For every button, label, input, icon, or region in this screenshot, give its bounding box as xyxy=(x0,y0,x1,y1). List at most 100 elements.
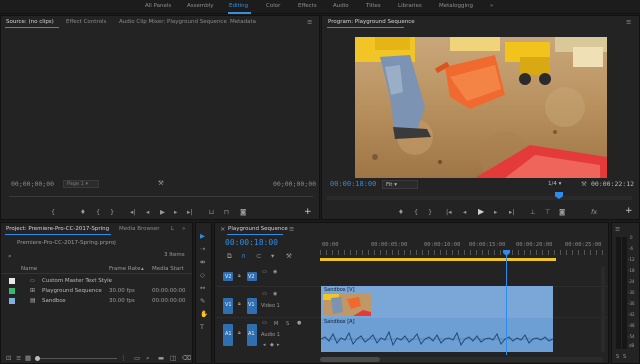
tab-program[interactable]: Program: Playground Sequence xyxy=(328,19,415,25)
timeline-timecode[interactable]: 00:00:18:00 xyxy=(225,238,278,247)
marker-icon[interactable]: ♦ xyxy=(80,209,86,216)
ripple-edit-tool-icon[interactable]: ⇹ xyxy=(200,259,205,266)
keyframe-next-icon[interactable]: ▸ xyxy=(277,343,280,348)
automate-icon[interactable]: ▭ xyxy=(134,355,140,362)
go-to-out-icon[interactable]: ▸| xyxy=(509,209,514,216)
step-back-frame-icon[interactable]: ◂ xyxy=(146,209,149,216)
column-name[interactable]: Name xyxy=(21,266,37,272)
overwrite-icon[interactable]: ⊓ xyxy=(224,209,229,216)
lock-track-icon[interactable]: 🔒︎ xyxy=(238,331,241,336)
playback-resolution-dropdown[interactable]: 1/4 ▾ xyxy=(548,180,568,189)
project-search-input[interactable] xyxy=(15,252,115,260)
zoom-slider-handle[interactable] xyxy=(35,356,40,361)
insert-icon[interactable]: ⊔ xyxy=(209,209,214,216)
lock-track-icon[interactable]: 🔒︎ xyxy=(238,274,241,279)
go-to-in-icon[interactable]: } xyxy=(110,209,114,216)
tab-media-browser[interactable]: Media Browser xyxy=(119,226,160,232)
timeline-settings-icon[interactable]: ⚒ xyxy=(286,253,292,260)
solo-button[interactable]: S xyxy=(286,321,289,327)
slip-tool-icon[interactable]: ↔ xyxy=(200,285,205,292)
panel-menu-icon[interactable]: ≡ xyxy=(307,19,312,26)
timeline-vertical-scrollbar[interactable] xyxy=(601,267,605,352)
mark-in-icon[interactable]: { xyxy=(414,209,418,216)
workspace-tab-all-panels[interactable]: All Panels xyxy=(145,3,171,9)
tab-sequence[interactable]: Playground Sequence xyxy=(228,226,288,232)
sync-lock-icon[interactable]: ▭ xyxy=(262,270,267,275)
new-bin-icon[interactable]: ▬ xyxy=(158,355,164,362)
go-to-in-icon[interactable]: |◂ xyxy=(446,209,451,216)
audio-clip-sandbox[interactable]: Sandbox [A] xyxy=(321,318,553,352)
tab-audio-clip-mixer[interactable]: Audio Clip Mixer: Playground Sequence xyxy=(119,19,227,25)
nest-icon[interactable]: ⧉ xyxy=(227,253,232,260)
workspace-tab-editing[interactable]: Editing xyxy=(229,3,248,9)
sync-lock-icon[interactable]: ▭ xyxy=(262,321,267,326)
tab-effect-controls[interactable]: Effect Controls xyxy=(66,19,106,25)
track-select-tool-icon[interactable]: ⇢ xyxy=(200,246,205,253)
label-color-swatch[interactable] xyxy=(9,298,15,304)
add-button-icon[interactable]: + xyxy=(304,208,312,217)
timeline-playhead-handle[interactable] xyxy=(503,250,510,256)
step-forward-icon[interactable]: ▸ xyxy=(494,209,497,216)
solo-right-button[interactable]: S xyxy=(623,354,626,360)
pen-tool-icon[interactable]: ✎ xyxy=(200,298,205,305)
timeline-horizontal-scrollbar[interactable] xyxy=(320,357,603,362)
settings-wrench-icon[interactable]: ⚒ xyxy=(581,181,587,188)
tab-source[interactable]: Source: (no clips) xyxy=(6,19,54,25)
play-icon[interactable]: ▶ xyxy=(160,209,165,216)
solo-left-button[interactable]: S xyxy=(616,354,619,360)
keyframe-prev-icon[interactable]: ◂ xyxy=(263,343,266,348)
extract-icon[interactable]: ⊤ xyxy=(545,209,551,216)
play-icon[interactable]: ▶ xyxy=(478,208,484,216)
razor-tool-icon[interactable]: ◇ xyxy=(200,272,205,279)
time-ruler[interactable] xyxy=(320,250,603,255)
selection-tool-icon[interactable]: ▶ xyxy=(200,233,205,240)
panel-menu-icon[interactable]: ≡ xyxy=(626,19,631,26)
program-video-frame[interactable] xyxy=(355,37,607,178)
step-forward-icon[interactable]: ▸ xyxy=(174,209,177,216)
workspace-tab-audio[interactable]: Audio xyxy=(333,3,349,9)
marker-icon[interactable]: ♦ xyxy=(398,209,404,216)
panel-menu-icon[interactable]: ≡ xyxy=(615,226,620,233)
add-button-icon[interactable]: + xyxy=(625,207,633,216)
lock-icon[interactable]: ⊡ xyxy=(6,355,11,362)
lock-track-icon[interactable]: 🔒︎ xyxy=(238,302,241,307)
step-forward-end-icon[interactable]: ▸| xyxy=(187,209,192,216)
workspace-tab-assembly[interactable]: Assembly xyxy=(187,3,214,9)
lift-icon[interactable]: ⊥ xyxy=(530,209,536,216)
icon-view-icon[interactable]: ▦ xyxy=(25,355,31,362)
sync-lock-icon[interactable]: ▭ xyxy=(262,292,267,297)
step-back-icon[interactable]: ◂ xyxy=(463,209,466,216)
workspace-tab-effects[interactable]: Effects xyxy=(298,3,317,9)
mute-button[interactable]: M xyxy=(274,321,278,327)
close-icon[interactable]: × xyxy=(220,226,225,233)
program-timecode-current[interactable]: 00:00:18:00 xyxy=(330,180,376,188)
panel-overflow-icon[interactable]: » xyxy=(182,226,185,232)
label-color-swatch[interactable] xyxy=(9,288,15,294)
column-media-start[interactable]: Media Start xyxy=(152,266,184,272)
workspace-tab-libraries[interactable]: Libraries xyxy=(398,3,422,9)
add-marker-icon[interactable]: ▾ xyxy=(271,253,274,260)
trash-icon[interactable]: ⌫ xyxy=(182,355,191,362)
find-icon[interactable]: ⌕ xyxy=(146,355,150,362)
page-dropdown[interactable]: Page 1 ▾ xyxy=(63,180,99,188)
timeline-playhead-line[interactable] xyxy=(506,250,507,355)
microphone-icon[interactable]: ● xyxy=(297,321,301,326)
export-frame-icon[interactable]: ◙ xyxy=(240,209,246,216)
tab-metadata[interactable]: Metadata xyxy=(230,19,256,25)
program-scrub-bar[interactable] xyxy=(327,196,632,200)
list-item[interactable]: ▤ Sandbox 30.00 fps 00:00:00:00 xyxy=(1,296,192,307)
workspace-tab-titles[interactable]: Titles xyxy=(366,3,381,9)
type-tool-icon[interactable]: T xyxy=(200,324,204,331)
column-frame-rate[interactable]: Frame Rate xyxy=(109,266,141,272)
settings-wrench-icon[interactable]: ⚒ xyxy=(158,180,164,187)
label-color-swatch[interactable] xyxy=(9,278,15,284)
scrollbar-thumb[interactable] xyxy=(320,357,380,362)
video-clip-sandbox[interactable]: Sandbox [V] xyxy=(321,286,553,318)
panel-menu-icon[interactable]: ≡ xyxy=(289,226,294,233)
fx-icon[interactable]: fx xyxy=(591,209,597,216)
workspace-tab-color[interactable]: Color xyxy=(266,3,280,9)
mark-out-icon[interactable]: } xyxy=(428,209,432,216)
source-timecode-current[interactable]: 00;00;00;00 xyxy=(11,180,54,188)
zoom-fit-dropdown[interactable]: Fit ▾ xyxy=(382,180,418,189)
tab-project[interactable]: Project: Premiere-Pro-CC-2017-Spring xyxy=(6,226,109,232)
